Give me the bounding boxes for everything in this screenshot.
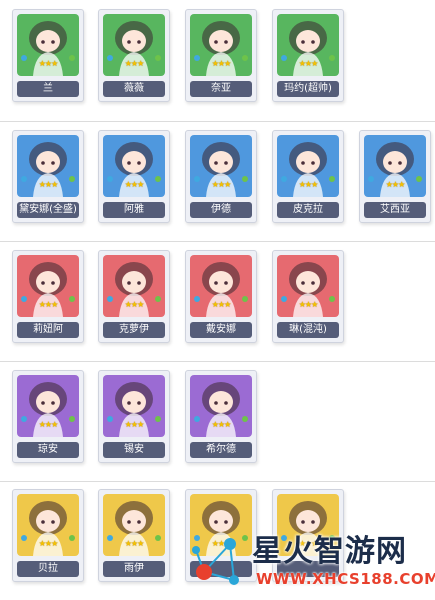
character-name: 莉妞阿 — [17, 322, 79, 338]
character-card[interactable]: ★★★ 黛安娜(全盛) — [12, 130, 84, 223]
character-portrait: ★★★ — [190, 135, 252, 197]
character-card[interactable]: ★★★ 雨伊 — [98, 489, 170, 582]
network-logo-icon — [192, 538, 239, 585]
rarity-stars: ★★★ — [211, 300, 232, 309]
character-name: 薇薇 — [103, 81, 165, 97]
character-portrait: ★★★ — [103, 494, 165, 556]
watermark-title: 星火智游网 — [252, 534, 407, 569]
character-portrait: ★★★ — [277, 135, 339, 197]
rarity-stars: ★★★ — [385, 180, 406, 189]
character-name: 黛安娜(全盛) — [17, 202, 79, 218]
character-card[interactable]: ★★★ 艾西亚 — [359, 130, 431, 223]
character-name: 玛约(超帅) — [277, 81, 339, 97]
rarity-stars: ★★★ — [124, 180, 145, 189]
character-card[interactable]: ★★★ 克萝伊 — [98, 250, 170, 343]
character-portrait: ★★★ — [190, 255, 252, 317]
rarity-stars: ★★★ — [124, 300, 145, 309]
character-name: 兰 — [17, 81, 79, 97]
character-name: 克萝伊 — [103, 322, 165, 338]
character-portrait: ★★★ — [190, 14, 252, 76]
rarity-stars: ★★★ — [211, 59, 232, 68]
character-portrait: ★★★ — [364, 135, 426, 197]
character-card[interactable]: ★★★ 琳(混沌) — [272, 250, 344, 343]
character-name: 琼安 — [17, 442, 79, 458]
rarity-stars: ★★★ — [38, 420, 59, 429]
character-portrait: ★★★ — [17, 494, 79, 556]
rarity-stars: ★★★ — [124, 539, 145, 548]
group-divider — [0, 241, 435, 242]
character-card[interactable]: ★★★ 皮克拉 — [272, 130, 344, 223]
character-portrait: ★★★ — [277, 14, 339, 76]
watermark: 星火智游网 WWW.XHCS188.COM — [190, 520, 435, 600]
character-card[interactable]: ★★★ 阿雅 — [98, 130, 170, 223]
character-name: 贝拉 — [17, 561, 79, 577]
character-card[interactable]: ★★★ 伊德 — [185, 130, 257, 223]
rarity-stars: ★★★ — [211, 180, 232, 189]
rarity-stars: ★★★ — [38, 180, 59, 189]
character-card[interactable]: ★★★ 奈亚 — [185, 9, 257, 102]
character-name: 希尔德 — [190, 442, 252, 458]
character-card[interactable]: ★★★ 兰 — [12, 9, 84, 102]
character-portrait: ★★★ — [17, 135, 79, 197]
character-card[interactable]: ★★★ 希尔德 — [185, 370, 257, 463]
rarity-stars: ★★★ — [38, 539, 59, 548]
character-portrait: ★★★ — [103, 14, 165, 76]
group-divider — [0, 361, 435, 362]
character-name: 戴安娜 — [190, 322, 252, 338]
character-card[interactable]: ★★★ 玛约(超帅) — [272, 9, 344, 102]
rarity-stars: ★★★ — [298, 180, 319, 189]
character-name: 奈亚 — [190, 81, 252, 97]
group-divider — [0, 121, 435, 122]
character-card[interactable]: ★★★ 莉妞阿 — [12, 250, 84, 343]
character-portrait: ★★★ — [190, 375, 252, 437]
watermark-url: WWW.XHCS188.COM — [256, 570, 435, 588]
rarity-stars: ★★★ — [211, 420, 232, 429]
character-name: 伊德 — [190, 202, 252, 218]
character-portrait: ★★★ — [17, 255, 79, 317]
character-card[interactable]: ★★★ 戴安娜 — [185, 250, 257, 343]
group-divider — [0, 481, 435, 482]
rarity-stars: ★★★ — [298, 300, 319, 309]
character-name: 雨伊 — [103, 561, 165, 577]
rarity-stars: ★★★ — [298, 59, 319, 68]
character-name: 阿雅 — [103, 202, 165, 218]
character-name: 皮克拉 — [277, 202, 339, 218]
character-portrait: ★★★ — [103, 255, 165, 317]
character-card[interactable]: ★★★ 贝拉 — [12, 489, 84, 582]
character-portrait: ★★★ — [103, 375, 165, 437]
character-portrait: ★★★ — [277, 255, 339, 317]
character-portrait: ★★★ — [17, 14, 79, 76]
rarity-stars: ★★★ — [124, 59, 145, 68]
character-card[interactable]: ★★★ 琼安 — [12, 370, 84, 463]
character-name: 琳(混沌) — [277, 322, 339, 338]
character-card[interactable]: ★★★ 锡安 — [98, 370, 170, 463]
character-portrait: ★★★ — [17, 375, 79, 437]
rarity-stars: ★★★ — [124, 420, 145, 429]
character-card[interactable]: ★★★ 薇薇 — [98, 9, 170, 102]
character-name: 锡安 — [103, 442, 165, 458]
character-name: 艾西亚 — [364, 202, 426, 218]
character-portrait: ★★★ — [103, 135, 165, 197]
rarity-stars: ★★★ — [38, 300, 59, 309]
rarity-stars: ★★★ — [38, 59, 59, 68]
